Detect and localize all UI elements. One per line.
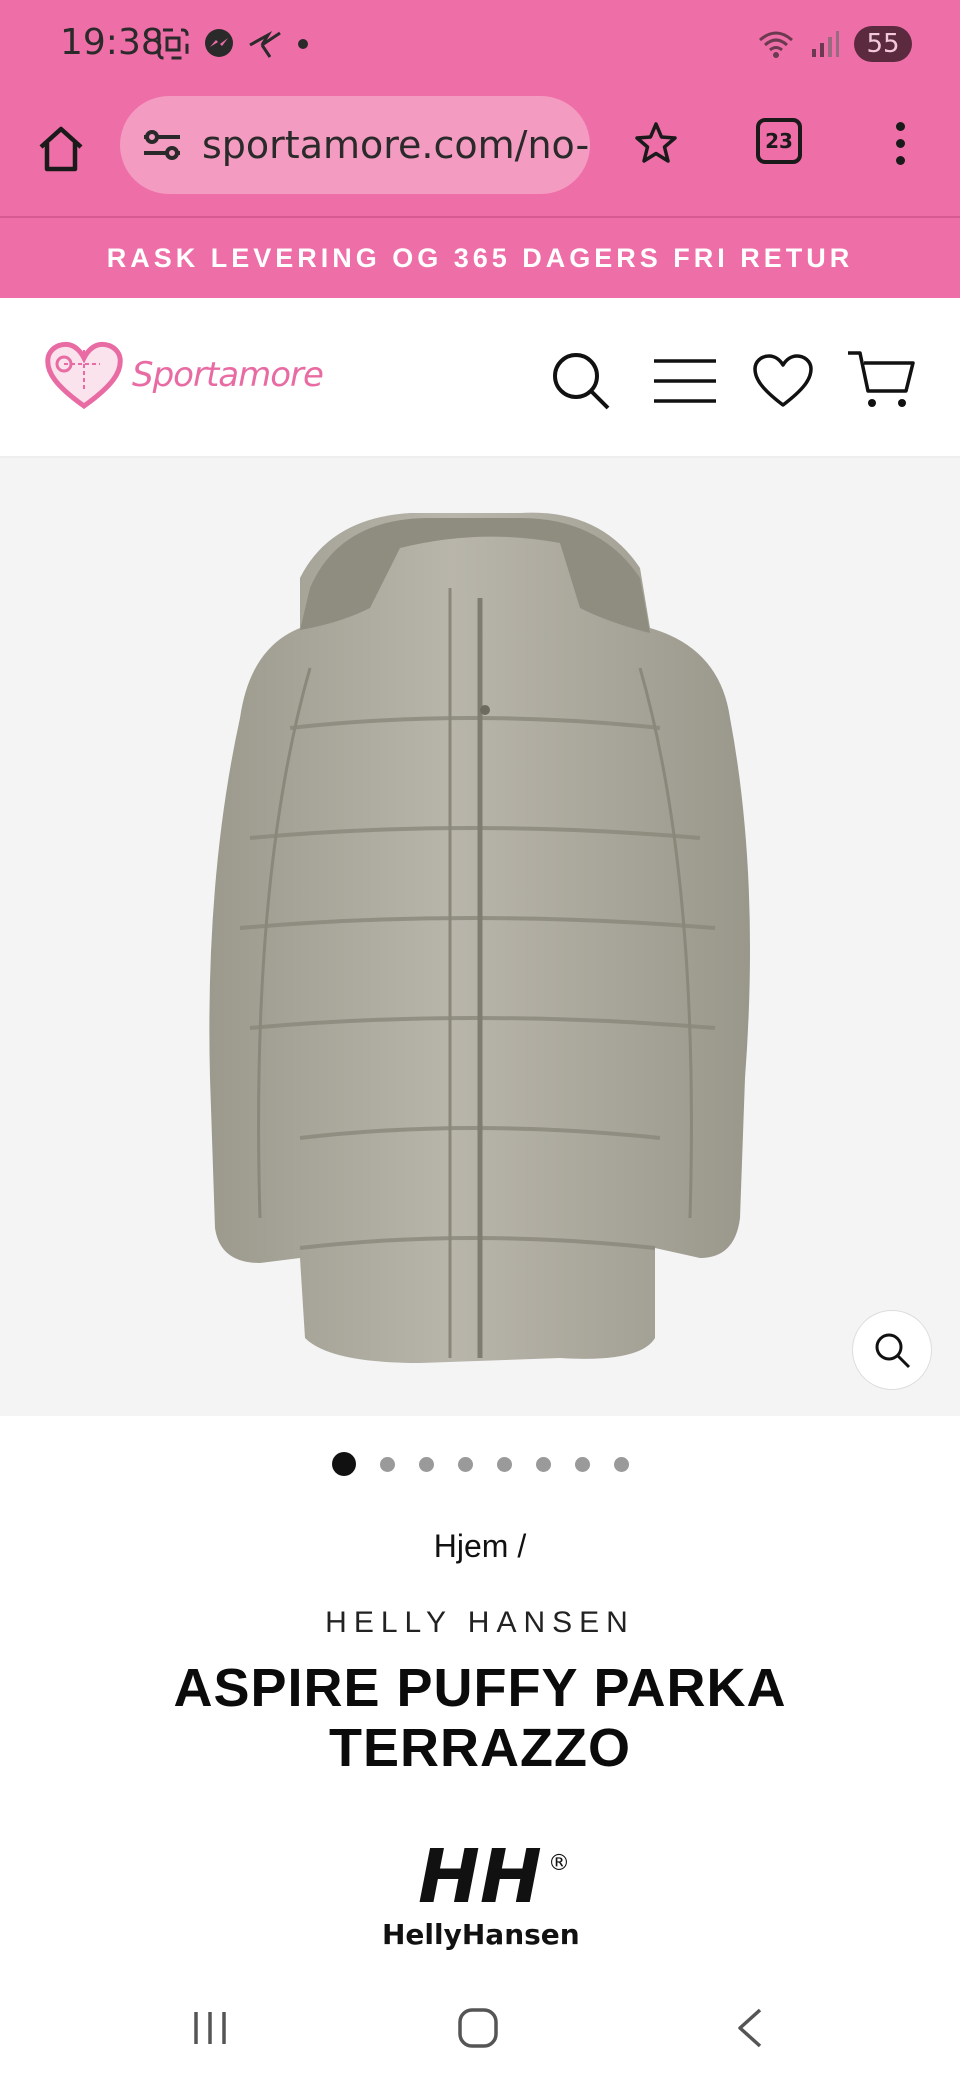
breadcrumb[interactable]: Hjem / xyxy=(0,1528,960,1565)
home-nav-button[interactable] xyxy=(438,1998,518,2058)
status-bar: 19:38 55 xyxy=(0,0,960,88)
recent-apps-icon xyxy=(194,2012,226,2044)
menu-icon xyxy=(654,359,716,403)
search-icon xyxy=(553,353,610,410)
carousel-dot[interactable] xyxy=(331,1452,356,1476)
star-icon xyxy=(635,122,677,163)
site-settings-icon[interactable] xyxy=(140,125,184,165)
product-title-line: TERRAZZO xyxy=(329,1718,631,1778)
jacket-image xyxy=(209,512,750,1363)
zoom-icon xyxy=(875,1333,911,1369)
cart-icon xyxy=(848,351,915,407)
brand-logo-name: HellyHansen xyxy=(382,1918,580,1951)
signal-icon xyxy=(812,31,839,57)
screenshot-icon xyxy=(157,28,189,60)
product-title: ASPIRE PUFFY PARKA TERRAZZO xyxy=(0,1658,960,1778)
bird-app-icon xyxy=(249,30,281,58)
heart-icon xyxy=(753,354,813,407)
recent-apps-button[interactable] xyxy=(170,1998,250,2058)
product-title-line: ASPIRE PUFFY PARKA xyxy=(173,1658,787,1718)
site-logo[interactable]: Sportamore xyxy=(44,340,324,410)
site-header: Sportamore xyxy=(0,298,960,458)
battery-indicator: 55 xyxy=(854,26,912,62)
brand-logo-mark: HH xyxy=(418,1840,542,1920)
logo-text: Sportamore xyxy=(132,355,324,395)
url-text: sportamore.com/no- xyxy=(202,123,590,167)
carousel-dot[interactable] xyxy=(535,1456,551,1472)
browser-menu-button[interactable] xyxy=(880,112,920,174)
back-icon xyxy=(738,2008,762,2048)
wifi-icon xyxy=(759,31,793,58)
status-notification-icons xyxy=(156,26,310,62)
zoom-button[interactable] xyxy=(852,1310,932,1390)
product-brand[interactable]: HELLY HANSEN xyxy=(0,1606,960,1640)
wishlist-button[interactable] xyxy=(748,346,818,416)
home-nav-icon xyxy=(458,2008,498,2048)
carousel-dot[interactable] xyxy=(613,1456,629,1472)
carousel-dot[interactable] xyxy=(418,1456,434,1472)
heart-logo-icon xyxy=(45,341,123,410)
menu-dot xyxy=(895,121,905,131)
carousel-dot[interactable] xyxy=(496,1456,512,1472)
image-carousel-dots xyxy=(0,1448,960,1480)
menu-dot xyxy=(895,138,905,148)
promo-banner: RASK LEVERING OG 365 DAGERS FRI RETUR xyxy=(0,218,960,298)
back-button[interactable] xyxy=(710,1998,790,2058)
browser-toolbar: sportamore.com/no- 23 xyxy=(0,88,960,218)
helly-hansen-logo[interactable]: HH ® HellyHansen xyxy=(380,1840,580,1952)
status-time: 19:38 xyxy=(60,22,164,63)
cart-button[interactable] xyxy=(846,346,916,416)
status-system-icons: 55 xyxy=(756,24,912,64)
search-button[interactable] xyxy=(546,346,616,416)
tab-switcher-button[interactable]: 23 xyxy=(756,118,802,164)
messenger-icon xyxy=(205,29,233,57)
brand-logo-registered: ® xyxy=(548,1851,570,1876)
android-navigation-bar xyxy=(0,1980,960,2080)
dot-icon xyxy=(298,39,308,49)
carousel-dot[interactable] xyxy=(457,1456,473,1472)
carousel-dot[interactable] xyxy=(379,1456,395,1472)
bookmark-button[interactable] xyxy=(628,112,684,174)
menu-button[interactable] xyxy=(650,346,720,416)
product-image[interactable] xyxy=(0,458,960,1416)
carousel-dot[interactable] xyxy=(574,1456,590,1472)
promo-text: RASK LEVERING OG 365 DAGERS FRI RETUR xyxy=(106,242,854,273)
home-icon xyxy=(39,126,83,172)
menu-dot xyxy=(895,155,905,165)
address-bar[interactable]: sportamore.com/no- xyxy=(120,96,590,194)
home-button[interactable] xyxy=(30,118,92,180)
